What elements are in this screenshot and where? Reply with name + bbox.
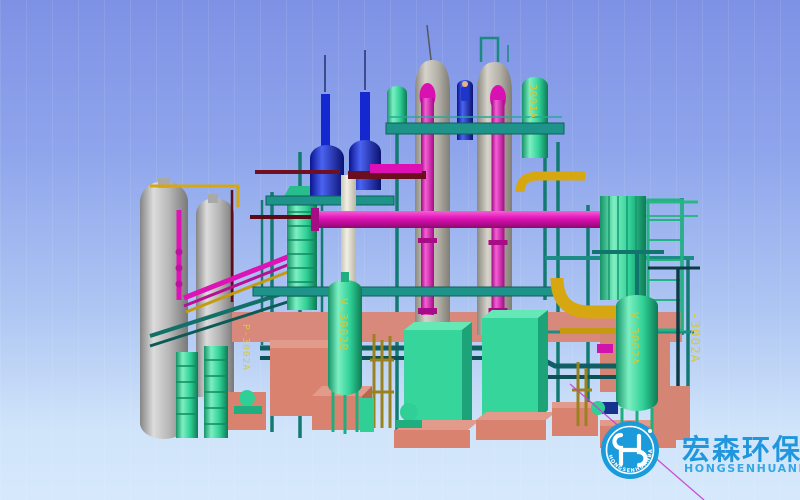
logo-name-en: HONGSENHUANBAO	[684, 462, 800, 475]
green-box-tank-2	[482, 310, 548, 420]
logo-mark: HONGSENHUANBAO	[598, 418, 662, 482]
worker-figure	[461, 81, 469, 101]
top-pipe-loop	[481, 38, 498, 62]
tag-v3002a: V-3002A	[628, 312, 641, 365]
tag-v3002b: V-3002B	[337, 298, 350, 351]
lightning-rod	[427, 25, 431, 60]
tag-3002a-right: -3002A	[688, 312, 703, 363]
vessel-v3002b	[328, 272, 362, 434]
render-viewport[interactable]: 3001A V-3002B V-3002A -3002A P-3002A HON…	[0, 0, 800, 500]
magenta-stub	[597, 344, 613, 353]
green-column-small	[387, 86, 407, 125]
tag-p3002a-left: P-3002A	[240, 324, 251, 371]
tag-3001a: 3001A	[527, 84, 538, 119]
company-logo: HONGSENHUANBAO 宏森环保 HONGSENHUANBAO	[598, 418, 800, 496]
pump-center	[400, 403, 418, 421]
